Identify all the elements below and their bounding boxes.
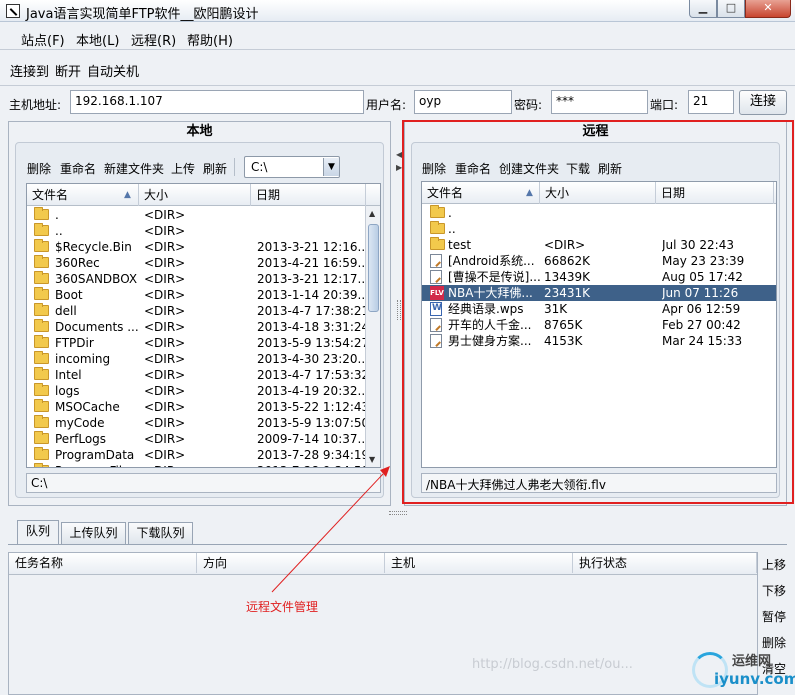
logo-url: iyunv.com	[714, 670, 795, 688]
annotation-label: 远程文件管理	[246, 600, 319, 614]
annotation-overlay	[271, 120, 794, 593]
site-logo: 运维网 iyunv.com	[692, 648, 795, 692]
app-window: Java语言实现简单FTP软件__欧阳鹏设计 ▁ □ ✕ 站点(F) 本地(L)…	[0, 0, 795, 695]
watermark-text: http://blog.csdn.net/ou...	[472, 657, 633, 672]
annotation-arrow-line	[271, 473, 384, 593]
highlight-box	[402, 120, 794, 504]
logo-text: 运维网	[732, 654, 772, 669]
